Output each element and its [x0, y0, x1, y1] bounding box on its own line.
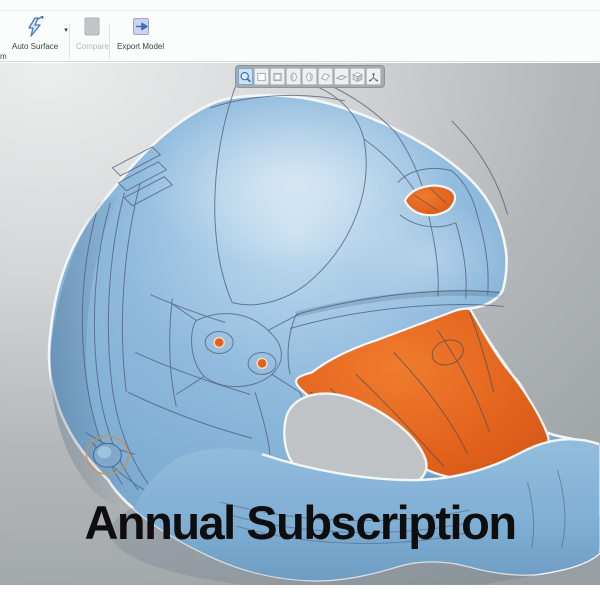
export-arrow-icon	[131, 15, 151, 39]
bottom-margin	[0, 585, 600, 600]
compare-button[interactable]: Compare	[72, 13, 113, 59]
bottom-view-icon	[335, 74, 348, 80]
top-view-button[interactable]	[318, 68, 333, 85]
coordinate-axes-button[interactable]	[366, 68, 381, 85]
bottom-view-button[interactable]	[334, 68, 349, 85]
coordinate-axes-icon	[368, 72, 379, 82]
back-view-icon	[273, 72, 282, 81]
zoom-view-button[interactable]	[238, 68, 253, 85]
compare-label: Compare	[76, 42, 109, 51]
export-model-label: Export Model	[117, 42, 165, 51]
export-model-button[interactable]: Export Model	[113, 13, 168, 59]
truncated-button-label[interactable]: m	[0, 52, 7, 61]
back-view-button[interactable]	[270, 68, 285, 85]
auto-surface-button[interactable]: Auto Surface	[8, 13, 62, 59]
ribbon-separator	[69, 23, 70, 59]
right-view-icon	[306, 72, 313, 81]
app-window: { "ribbon": { "truncated_label": "m", "a…	[0, 0, 600, 600]
auto-surface-label: Auto Surface	[12, 42, 59, 51]
left-view-icon	[290, 72, 297, 81]
left-view-button[interactable]	[286, 68, 301, 85]
ribbon-separator	[109, 23, 110, 59]
magnifier-icon	[240, 71, 251, 82]
front-view-icon	[257, 72, 266, 81]
right-view-button[interactable]	[302, 68, 317, 85]
front-view-button[interactable]	[254, 68, 269, 85]
lightning-bolt-icon	[24, 15, 46, 39]
top-view-icon	[320, 72, 331, 81]
annual-subscription-caption: Annual Subscription	[84, 496, 517, 549]
auto-surface-dropdown-caret[interactable]: ▾	[64, 26, 68, 34]
isometric-view-button[interactable]	[350, 68, 365, 85]
compare-icon	[82, 15, 102, 39]
ribbon-toolbar: m Auto Surface ▾ Compare Export Model	[0, 0, 600, 62]
isometric-cube-icon	[352, 71, 363, 82]
view-orientation-toolbar	[235, 65, 385, 88]
viewport-3d-canvas[interactable]: Annual Subscription	[0, 63, 600, 585]
